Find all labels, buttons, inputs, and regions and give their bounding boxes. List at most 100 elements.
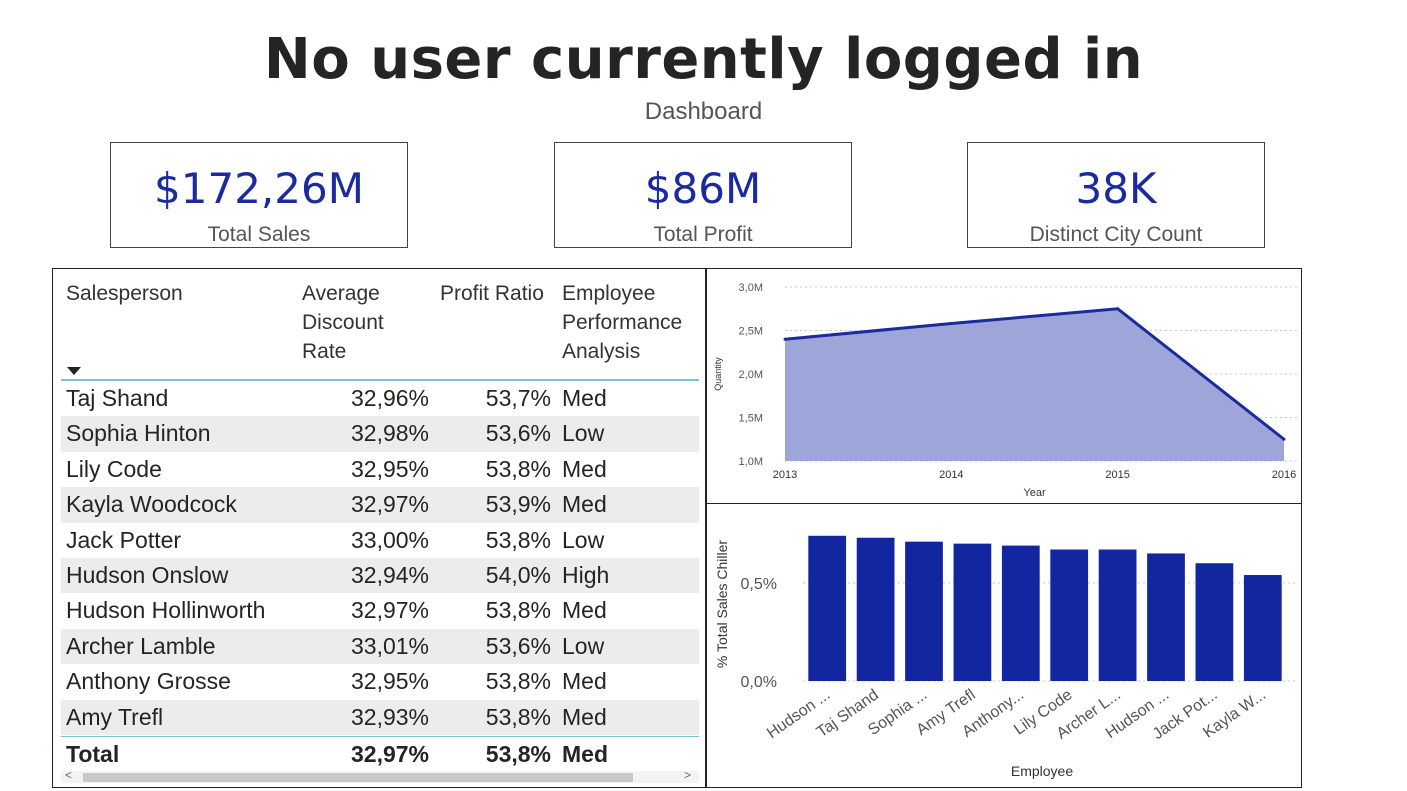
bar	[905, 541, 943, 681]
table-row[interactable]: Jack Potter 33,00% 53,8% Low	[61, 523, 699, 558]
area-chart-svg: 1,0M 1,5M 2,0M 2,5M 3,0M 2013 2014 2015 2016 Year…	[713, 282, 1297, 499]
kpi-value: $86M	[644, 164, 762, 213]
page-subtitle: Dashboard	[644, 98, 763, 125]
table-row[interactable]: Taj Shand 32,96% 53,7% Med	[61, 381, 699, 416]
x-tick-label: 2016	[1272, 469, 1296, 481]
bar	[1195, 563, 1234, 681]
bar	[808, 535, 847, 681]
cell-performance: Low	[562, 420, 605, 447]
column-header-salesperson[interactable]: Salesperson	[66, 279, 183, 308]
cell-salesperson: Jack Potter	[66, 526, 182, 553]
data-point	[1116, 307, 1120, 311]
total-profit-ratio: 53,8%	[485, 741, 551, 767]
cell-discount-rate: 33,00%	[350, 526, 429, 553]
cell-discount-rate: 32,95%	[350, 668, 429, 695]
cell-salesperson: Hudson Hollinworth	[66, 597, 266, 624]
header-label: Salesperson	[66, 282, 183, 305]
scrollbar-thumb[interactable]	[83, 773, 633, 782]
cell-profit-ratio: 53,8%	[485, 455, 551, 482]
table-row[interactable]: Sophia Hinton 32,98% 53,6% Low	[61, 416, 699, 452]
cell-salesperson: Hudson Onslow	[66, 561, 229, 588]
kpi-card-distinct-city-count[interactable]: 38K Distinct City Count	[967, 142, 1265, 248]
cell-salesperson: Lily Code	[66, 455, 162, 482]
data-point	[1282, 437, 1286, 441]
x-axis-title: Year	[1023, 487, 1046, 499]
y-tick-label: 0,5%	[741, 576, 777, 593]
sales-chiller-by-employee-bar-chart[interactable]: 0,0% 0,5% Hudson ... Taj Shand Sophia ... Amy…	[706, 503, 1302, 788]
y-axis-title: Quantity	[713, 357, 723, 391]
total-label: Total	[66, 741, 120, 767]
table-row[interactable]: Archer Lamble 33,01% 53,6% Low	[61, 628, 699, 665]
cell-profit-ratio: 53,8%	[485, 703, 551, 730]
header-label-line: Discount	[302, 311, 384, 334]
cell-performance: Low	[562, 526, 605, 553]
cell-profit-ratio: 54,0%	[485, 561, 551, 588]
cell-performance: Med	[562, 597, 607, 624]
cell-profit-ratio: 53,8%	[485, 597, 551, 624]
table-row[interactable]: Hudson Onslow 32,94% 54,0% High	[61, 557, 699, 594]
kpi-value: 38K	[1075, 164, 1157, 213]
table-body: Taj Shand 32,96% 53,7% Med Sophia Hinton…	[61, 381, 699, 735]
table-row[interactable]: Amy Trefl 32,93% 53,8% Med	[61, 699, 699, 735]
cell-salesperson: Kayla Woodcock	[66, 491, 237, 518]
bar	[953, 543, 992, 681]
data-point	[949, 322, 953, 326]
bar	[1001, 545, 1040, 681]
cell-discount-rate: 33,01%	[350, 632, 429, 659]
scroll-right-icon[interactable]: >	[684, 768, 691, 782]
cell-discount-rate: 32,95%	[350, 455, 429, 482]
cell-salesperson: Archer Lamble	[66, 632, 216, 659]
cell-salesperson: Sophia Hinton	[66, 420, 211, 447]
cell-salesperson: Taj Shand	[66, 385, 169, 411]
cell-discount-rate: 32,97%	[350, 597, 429, 624]
table-row[interactable]: Kayla Woodcock 32,97% 53,9% Med	[61, 487, 699, 523]
y-tick-label: 0,0%	[741, 674, 777, 691]
cell-discount-rate: 32,97%	[350, 491, 429, 518]
sort-descending-icon[interactable]	[67, 367, 81, 375]
x-axis-title: Employee	[1011, 763, 1073, 779]
cell-performance: Med	[562, 491, 607, 518]
header-label-line: Performance	[562, 311, 683, 334]
y-tick-label: 2,0M	[739, 369, 763, 381]
cell-performance: Med	[562, 668, 607, 695]
data-point	[783, 337, 787, 341]
bar	[1243, 575, 1282, 681]
total-discount-rate: 32,97%	[350, 741, 429, 767]
y-tick-label: 1,0M	[739, 456, 763, 468]
table-row[interactable]: Lily Code 32,95% 53,8% Med	[61, 452, 699, 487]
cell-profit-ratio: 53,7%	[485, 385, 551, 411]
cell-profit-ratio: 53,6%	[485, 420, 551, 447]
table-row[interactable]: Hudson Hollinworth 32,97% 53,8% Med	[61, 593, 699, 628]
x-tick-label: 2014	[939, 469, 963, 481]
total-performance: Med	[562, 741, 608, 767]
y-tick-label: 1,5M	[739, 413, 763, 425]
x-tick-label: 2013	[773, 469, 797, 481]
kpi-card-total-sales[interactable]: $172,26M Total Sales	[110, 142, 408, 248]
kpi-label: Distinct City Count	[1029, 223, 1203, 246]
table-row[interactable]: Anthony Grosse 32,95% 53,8% Med	[61, 664, 699, 699]
column-header-discount-rate[interactable]: Average Discount Rate	[302, 279, 384, 366]
horizontal-scrollbar[interactable]: < >	[61, 768, 699, 783]
cell-profit-ratio: 53,9%	[485, 491, 551, 518]
salesperson-table[interactable]: Salesperson Average Discount Rate Profit…	[52, 268, 706, 788]
y-tick-label: 2,5M	[739, 326, 763, 338]
bar	[1050, 549, 1089, 681]
bar	[1098, 549, 1137, 681]
cell-discount-rate: 32,96%	[350, 385, 429, 411]
x-tick-label: 2015	[1105, 469, 1129, 481]
bar-chart-svg: 0,0%0,5%Hudson ...Taj ShandSophia ...Amy…	[714, 535, 1297, 779]
header-label-line: Average	[302, 282, 380, 305]
header-label-line: Analysis	[562, 340, 641, 363]
kpi-label: Total Profit	[653, 223, 753, 246]
cell-performance: Med	[562, 703, 607, 730]
scroll-left-icon[interactable]: <	[65, 768, 72, 782]
bar	[856, 537, 895, 681]
kpi-card-total-profit[interactable]: $86M Total Profit	[554, 142, 852, 248]
y-tick-label: 3,0M	[739, 282, 763, 294]
column-header-performance[interactable]: Employee Performance Analysis	[562, 279, 682, 366]
quantity-by-year-area-chart[interactable]: 1,0M 1,5M 2,0M 2,5M 3,0M 2013 2014 2015 2016 Year…	[706, 268, 1302, 504]
cell-salesperson: Anthony Grosse	[66, 668, 231, 695]
kpi-value: $172,26M	[154, 164, 364, 213]
table-total-row: Total 32,97% 53,8% Med	[61, 736, 699, 771]
column-header-profit-ratio[interactable]: Profit Ratio	[440, 279, 544, 308]
